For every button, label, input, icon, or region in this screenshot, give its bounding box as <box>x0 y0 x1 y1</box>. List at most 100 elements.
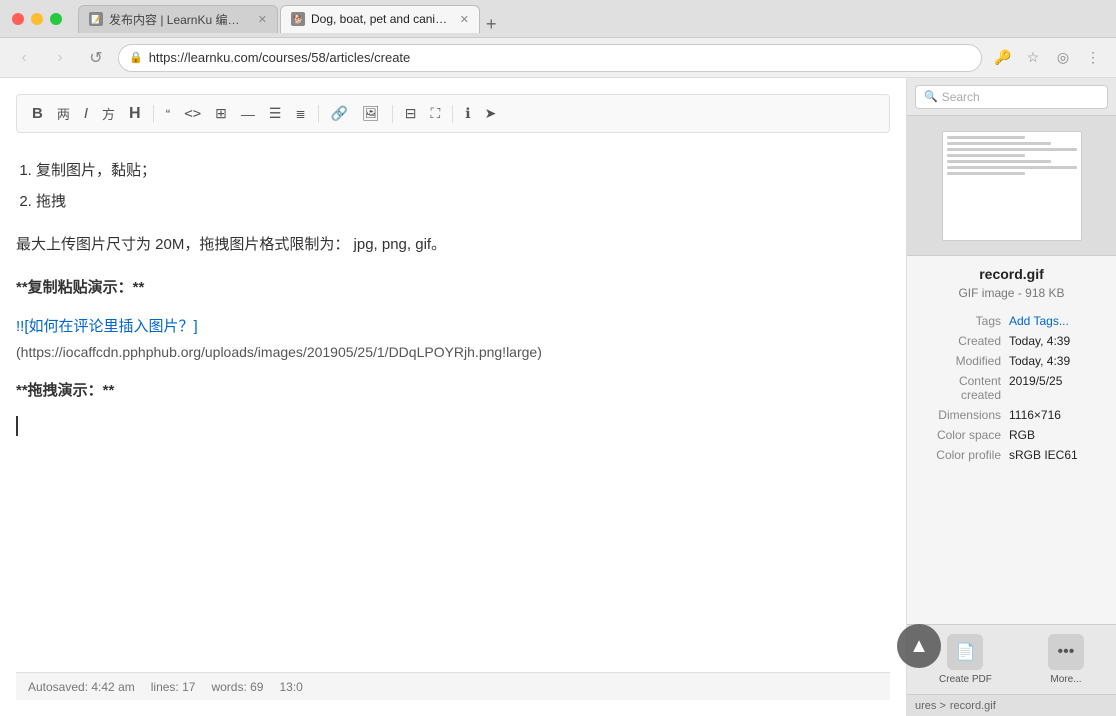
more-action[interactable]: ••• More... <box>1048 634 1084 685</box>
toolbar-sep-4 <box>452 105 453 123</box>
toolbar-link[interactable]: 🔗 <box>326 102 353 125</box>
editor-body[interactable]: 复制图片，黏贴； 拖拽 最大上传图片尺寸为 20M，拖拽图片格式限制为： jpg… <box>16 149 890 672</box>
info-row-content-created: Content created 2019/5/25 <box>919 374 1104 402</box>
new-tab-button[interactable]: + <box>482 15 501 33</box>
info-row-created: Created Today, 4:39 <box>919 334 1104 348</box>
main-area: B 两 I 方 H “ <> ⊞ — ☰ ≣ 🔗 🖼 ⊟ <box>0 78 1116 716</box>
more-icon: ••• <box>1048 634 1084 670</box>
toolbar-info[interactable]: ℹ <box>460 102 475 125</box>
finder-panel: 🔍 Search <box>906 78 1116 716</box>
info-row-color-space: Color space RGB <box>919 428 1104 442</box>
search-icon: 🔍 <box>924 90 938 103</box>
words-count: words: 69 <box>211 680 263 694</box>
toolbar-quote[interactable]: “ <box>161 103 176 125</box>
toolbar-text-zh1[interactable]: 两 <box>52 101 75 126</box>
browser-content: B 两 I 方 H “ <> ⊞ — ☰ ≣ 🔗 🖼 ⊟ <box>0 78 906 716</box>
toolbar-fullscreen[interactable]: ⛶ <box>425 102 445 125</box>
toolbar-sep-2 <box>318 105 319 123</box>
preview-line-3 <box>947 148 1077 151</box>
editor-toolbar: B 两 I 方 H “ <> ⊞ — ☰ ≣ 🔗 🖼 ⊟ <box>16 94 890 133</box>
tab-close-dog[interactable]: ✕ <box>460 13 469 26</box>
back-button[interactable]: ‹ <box>10 44 38 72</box>
toolbar-heading[interactable]: H <box>124 102 146 126</box>
toolbar-list-ol[interactable]: ≣ <box>290 104 310 124</box>
preview-screenshot <box>942 131 1082 241</box>
preview-image-area <box>907 116 1116 256</box>
content-created-label: Content created <box>919 374 1009 402</box>
toolbar-sep-1 <box>153 105 154 123</box>
breadcrumb-filename: record.gif <box>950 700 996 712</box>
finder-info: record.gif GIF image - 918 KB Tags Add T… <box>907 256 1116 624</box>
editor-link-block: !![如何在评论里插入图片？] (https://iocaffcdn.pphph… <box>16 313 890 365</box>
maximize-window-button[interactable] <box>50 13 62 25</box>
screenshot-button[interactable]: ◎ <box>1050 45 1076 71</box>
created-label: Created <box>919 334 1009 348</box>
lock-icon: 🔒 <box>129 51 143 64</box>
tab-dog[interactable]: 🐕 Dog, boat, pet and canine | HD ✕ <box>280 5 480 33</box>
cursor-position: 13:0 <box>279 680 302 694</box>
toolbar-bold[interactable]: B <box>27 102 48 125</box>
color-space-value: RGB <box>1009 428 1104 442</box>
create-pdf-action[interactable]: 📄 Create PDF <box>939 634 992 685</box>
finder-filename: record.gif <box>919 266 1104 282</box>
list-item-2: 拖拽 <box>36 188 890 215</box>
text-cursor <box>16 416 18 436</box>
tab-label-dog: Dog, boat, pet and canine | HD <box>311 12 450 26</box>
tab-learnku[interactable]: 📝 发布内容 | LearnKu 编程知识社 ✕ <box>78 5 278 33</box>
info-row-tags: Tags Add Tags... <box>919 314 1104 328</box>
editor-ordered-list: 复制图片，黏贴； 拖拽 <box>36 157 890 215</box>
info-row-dimensions: Dimensions 1116×716 <box>919 408 1104 422</box>
search-placeholder-text: Search <box>942 90 980 104</box>
toolbar-hr[interactable]: — <box>236 103 260 125</box>
dimensions-label: Dimensions <box>919 408 1009 422</box>
link-url-text: (https://iocaffcdn.pphphub.org/uploads/i… <box>16 340 890 365</box>
preview-line-4 <box>947 154 1025 157</box>
toolbar-italic[interactable]: I <box>79 102 93 125</box>
forward-button[interactable]: › <box>46 44 74 72</box>
lines-count: lines: 17 <box>151 680 196 694</box>
url-bar[interactable]: 🔒 https://learnku.com/courses/58/article… <box>118 44 982 72</box>
toolbar-sep-3 <box>392 105 393 123</box>
toolbar-columns[interactable]: ⊟ <box>400 102 422 125</box>
close-window-button[interactable] <box>12 13 24 25</box>
more-label: More... <box>1050 674 1081 685</box>
tab-close-learnku[interactable]: ✕ <box>258 13 267 26</box>
preview-line-7 <box>947 172 1025 175</box>
scroll-to-top-button[interactable]: ▲ <box>897 624 941 668</box>
toolbar-image[interactable]: 🖼 <box>357 102 385 125</box>
preview-line-1 <box>947 136 1025 139</box>
color-profile-value: sRGB IEC61 <box>1009 448 1104 462</box>
section2-bold-text: **拖拽演示：** <box>16 382 114 399</box>
reload-button[interactable]: ↺ <box>82 44 110 72</box>
create-pdf-icon: 📄 <box>947 634 983 670</box>
autosave-status: Autosaved: 4:42 am <box>28 680 135 694</box>
editor-image-link[interactable]: !![如何在评论里插入图片？] <box>16 318 198 335</box>
toolbar-code[interactable]: <> <box>179 103 206 125</box>
more-button[interactable]: ⋮ <box>1080 45 1106 71</box>
nav-actions: 🔑 ☆ ◎ ⋮ <box>990 45 1106 71</box>
create-pdf-label: Create PDF <box>939 674 992 685</box>
list-item-1: 复制图片，黏贴； <box>36 157 890 184</box>
preview-mini-content <box>943 132 1081 182</box>
tags-label: Tags <box>919 314 1009 328</box>
link-text-span: ![如何在评论里插入图片？] <box>20 318 198 335</box>
finder-preview: record.gif GIF image - 918 KB Tags Add T… <box>907 116 1116 716</box>
tags-value[interactable]: Add Tags... <box>1009 314 1104 328</box>
editor-section-2: **拖拽演示：** <box>16 377 890 404</box>
toolbar-list-ul[interactable]: ☰ <box>264 102 287 125</box>
minimize-window-button[interactable] <box>31 13 43 25</box>
editor-section-1: **复制粘贴演示：** <box>16 274 890 301</box>
section1-bold-text: **复制粘贴演示：** <box>16 279 144 296</box>
key-icon[interactable]: 🔑 <box>990 45 1016 71</box>
toolbar-table[interactable]: ⊞ <box>210 102 232 125</box>
toolbar-text-zh2[interactable]: 方 <box>97 101 120 126</box>
editor-status-bar: Autosaved: 4:42 am lines: 17 words: 69 1… <box>16 672 890 700</box>
modified-label: Modified <box>919 354 1009 368</box>
toolbar-send[interactable]: ➤ <box>480 102 502 125</box>
cursor-area[interactable] <box>16 416 890 436</box>
finder-search-container[interactable]: 🔍 Search <box>915 85 1108 109</box>
info-row-color-profile: Color profile sRGB IEC61 <box>919 448 1104 462</box>
link-markdown-text: !![如何在评论里插入图片？] <box>16 313 890 340</box>
section2-heading: **拖拽演示：** <box>16 377 890 404</box>
bookmark-button[interactable]: ☆ <box>1020 45 1046 71</box>
